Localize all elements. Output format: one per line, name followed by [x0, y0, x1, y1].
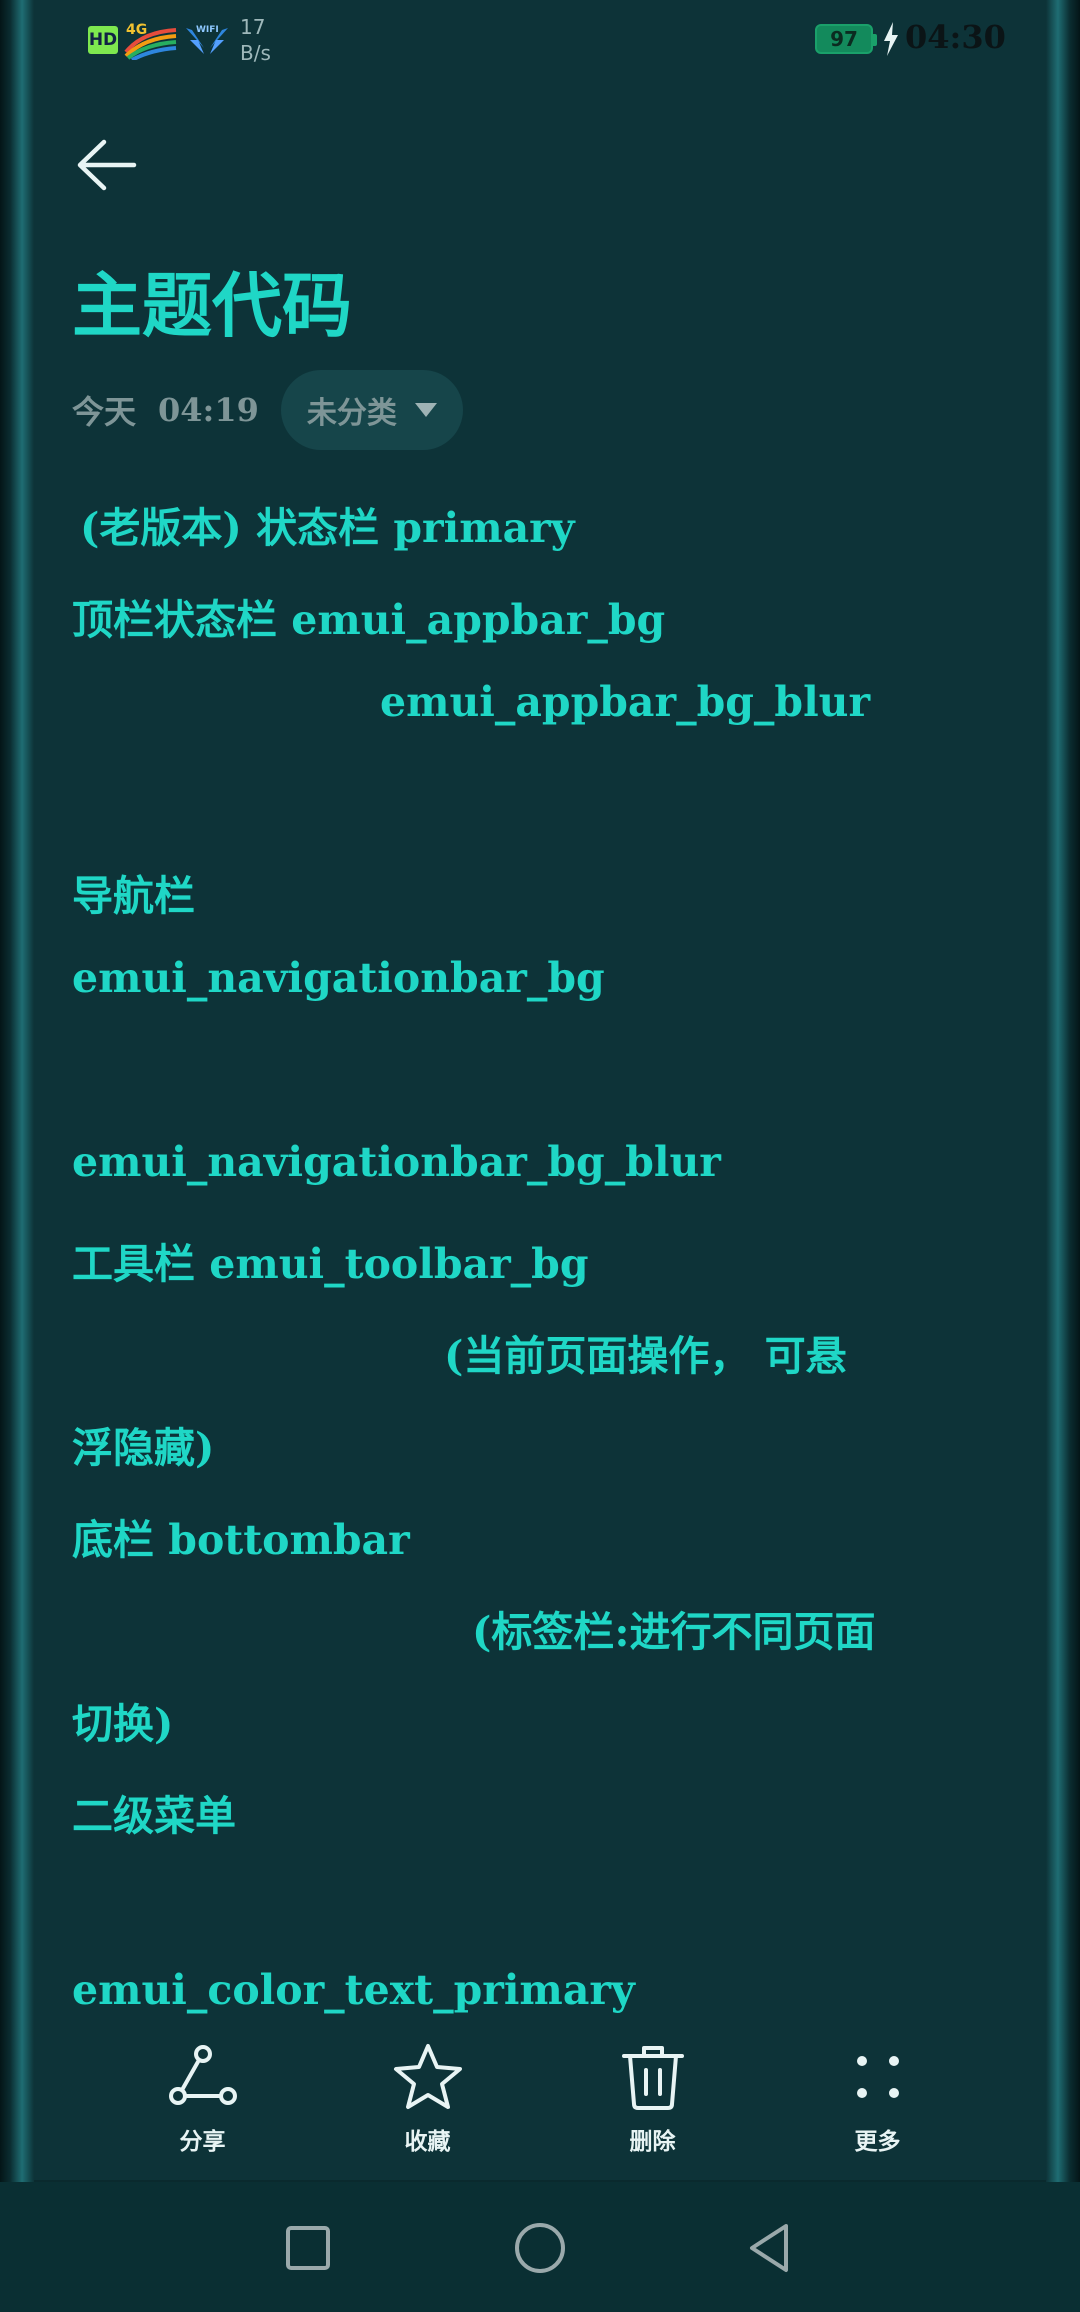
arrow-left-icon[interactable] — [72, 130, 142, 200]
note-line: (老版本) 状态栏 primary — [80, 504, 575, 552]
status-time: 04:30 — [905, 18, 1006, 56]
right-edge-glow — [1046, 0, 1080, 2312]
more-button[interactable]: 更多 — [765, 2040, 990, 2170]
square-icon[interactable] — [278, 2218, 338, 2278]
category-dropdown[interactable]: 未分类 — [280, 370, 463, 450]
note-line: (当前页面操作， 可悬 — [444, 1332, 847, 1380]
note-line: emui_navigationbar_bg — [72, 954, 605, 1002]
note-line: 浮隐藏) — [72, 1424, 215, 1472]
network-speed-value: 17 — [240, 15, 266, 39]
battery-icon: 97 — [815, 24, 877, 54]
date-time: 04:19 — [158, 391, 259, 429]
date-label: 今天 — [72, 393, 137, 431]
category-label: 未分类 — [306, 396, 397, 431]
share-button[interactable]: 分享 — [90, 2040, 315, 2170]
charging-bolt-icon — [884, 22, 898, 56]
network-speed-unit: B/s — [240, 41, 271, 65]
chevron-down-icon — [414, 403, 437, 417]
note-line: 二级菜单 — [72, 1792, 236, 1840]
note-line: emui_color_text_primary — [72, 1966, 635, 2014]
note-meta: 今天 04:19 未分类 — [72, 370, 463, 450]
svg-text:WIFI: WIFI — [196, 25, 219, 35]
delete-label: 删除 — [629, 2128, 676, 2155]
trash-icon — [621, 2046, 684, 2110]
delete-button[interactable]: 删除 — [540, 2040, 765, 2170]
status-bar: HD 4G WIFI 17 B/s 97 04:30 — [0, 0, 1080, 80]
triangle-back-icon[interactable] — [740, 2218, 800, 2278]
share-label: 分享 — [179, 2128, 226, 2155]
note-line: 切换) — [72, 1700, 174, 1748]
note-toolbar: 分享 收藏 删除 更多 — [90, 2040, 990, 2170]
note-line: 工具栏 emui_toolbar_bg — [72, 1240, 589, 1288]
share-icon — [168, 2045, 237, 2105]
toolbar-divider — [34, 2180, 1046, 2182]
favorite-button[interactable]: 收藏 — [315, 2040, 540, 2170]
note-line: emui_appbar_bg_blur — [380, 678, 871, 726]
hd-badge: HD — [88, 26, 118, 54]
page-title: 主题代码 — [72, 264, 352, 347]
network-speed: 17 B/s — [240, 14, 271, 66]
note-line: 底栏 bottombar — [72, 1516, 410, 1564]
star-icon — [393, 2044, 462, 2109]
note-line: 导航栏 — [72, 872, 195, 920]
signal-4g-icon: 4G — [124, 22, 177, 60]
more-label: 更多 — [854, 2128, 901, 2155]
favorite-label: 收藏 — [404, 2128, 451, 2155]
left-edge-glow — [0, 0, 34, 2312]
note-line: 顶栏状态栏 emui_appbar_bg — [72, 596, 666, 644]
wifi-icon: WIFI — [186, 25, 228, 54]
circle-icon[interactable] — [510, 2218, 570, 2278]
note-line: (标签栏:进行不同页面 — [472, 1608, 876, 1656]
note-line: emui_navigationbar_bg_blur — [72, 1138, 721, 1186]
more-dots-icon — [856, 2056, 899, 2098]
